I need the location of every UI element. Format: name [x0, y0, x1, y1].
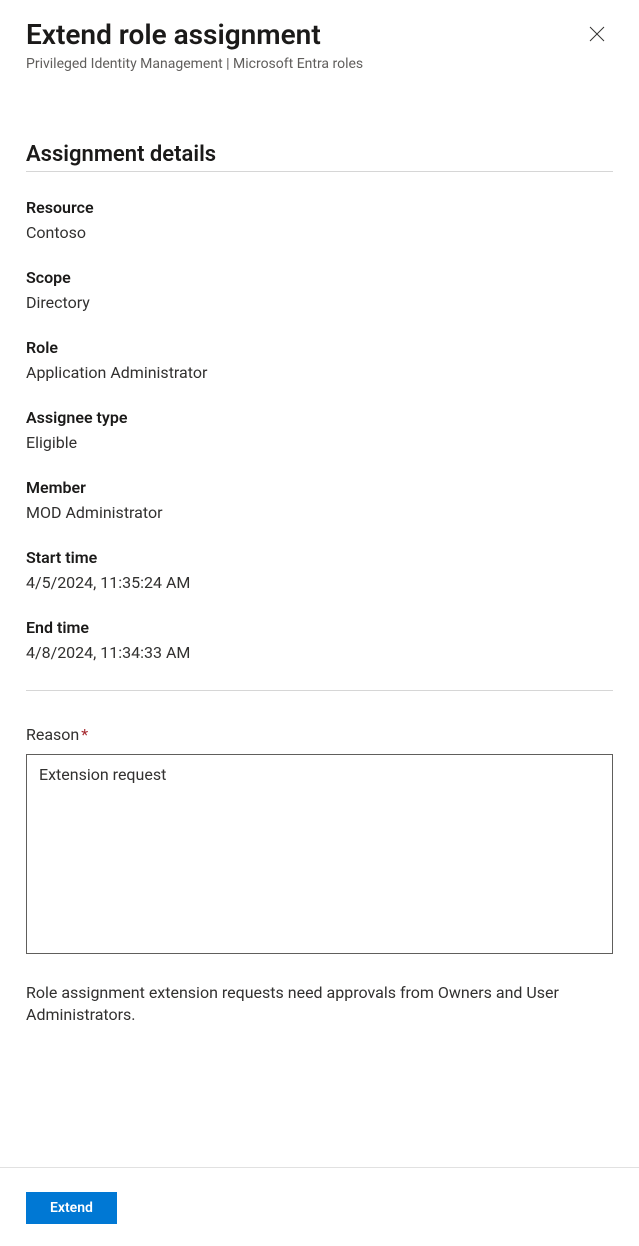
field-label-role: Role: [26, 338, 613, 357]
field-label-start-time: Start time: [26, 548, 613, 567]
field-value-role: Application Administrator: [26, 363, 613, 382]
field-assignee-type: Assignee type Eligible: [26, 408, 613, 452]
field-role: Role Application Administrator: [26, 338, 613, 382]
field-label-member: Member: [26, 478, 613, 497]
footer-bar: Extend: [0, 1167, 639, 1246]
field-value-resource: Contoso: [26, 223, 613, 242]
extend-button[interactable]: Extend: [26, 1192, 117, 1224]
field-scope: Scope Directory: [26, 268, 613, 312]
field-value-member: MOD Administrator: [26, 503, 613, 522]
field-member: Member MOD Administrator: [26, 478, 613, 522]
field-label-resource: Resource: [26, 198, 613, 217]
field-value-start-time: 4/5/2024, 11:35:24 AM: [26, 573, 613, 592]
field-value-scope: Directory: [26, 293, 613, 312]
divider: [26, 690, 613, 691]
reason-textarea[interactable]: [26, 754, 613, 954]
close-icon: [589, 26, 605, 42]
reason-label-row: Reason*: [26, 725, 613, 744]
breadcrumb: Privileged Identity Management | Microso…: [26, 56, 613, 72]
field-end-time: End time 4/8/2024, 11:34:33 AM: [26, 618, 613, 662]
info-text: Role assignment extension requests need …: [26, 982, 613, 1027]
field-start-time: Start time 4/5/2024, 11:35:24 AM: [26, 548, 613, 592]
required-indicator: *: [81, 725, 88, 744]
field-value-assignee-type: Eligible: [26, 433, 613, 452]
page-title: Extend role assignment: [26, 18, 321, 52]
section-heading-assignment-details: Assignment details: [26, 142, 613, 172]
field-resource: Resource Contoso: [26, 198, 613, 242]
field-label-assignee-type: Assignee type: [26, 408, 613, 427]
field-label-end-time: End time: [26, 618, 613, 637]
reason-label: Reason: [26, 725, 79, 744]
field-value-end-time: 4/8/2024, 11:34:33 AM: [26, 643, 613, 662]
close-button[interactable]: [581, 18, 613, 50]
field-label-scope: Scope: [26, 268, 613, 287]
